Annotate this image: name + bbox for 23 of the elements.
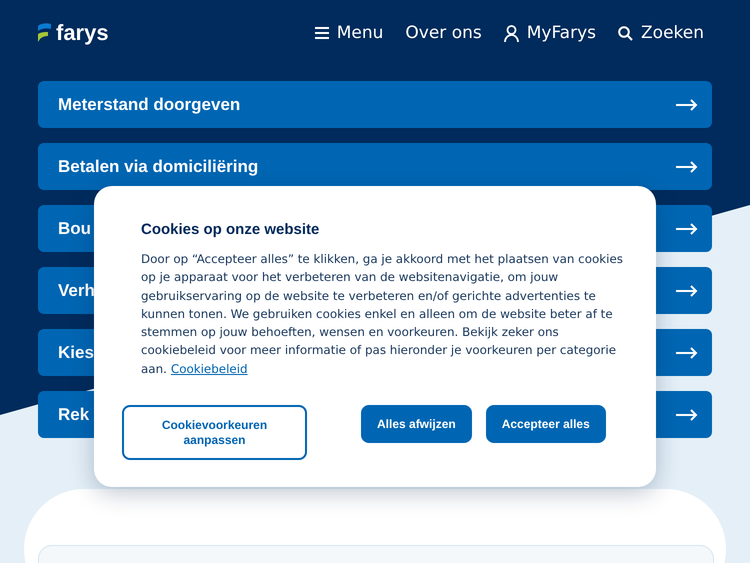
nav-link[interactable]: MyFarys xyxy=(504,23,596,43)
arrow-icon xyxy=(676,98,698,110)
dialog-button[interactable]: Alles afwijzen xyxy=(361,405,472,444)
user-icon xyxy=(504,24,519,42)
dialog-button[interactable]: Accepteer alles xyxy=(486,405,606,444)
arrow-icon xyxy=(676,408,698,420)
policy-link[interactable]: Cookiebeleid xyxy=(170,362,248,376)
preferences-button[interactable]: Cookievoorkeuren aanpassen xyxy=(122,405,307,460)
search-icon xyxy=(618,26,634,40)
link-button[interactable]: Meterstand doorgeven xyxy=(38,81,712,128)
nav-link[interactable]: Zoeken xyxy=(618,23,704,43)
arrow-icon xyxy=(676,284,698,296)
nav-link[interactable]: Menu xyxy=(314,23,384,43)
arrow-icon xyxy=(676,222,698,234)
link-button[interactable]: Betalen via domiciliëring xyxy=(38,143,712,190)
dialog-title: Cookies op onze website xyxy=(141,221,320,238)
logo-icon xyxy=(37,23,51,43)
arrow-icon xyxy=(676,346,698,358)
nav-link[interactable]: Over ons xyxy=(405,23,482,43)
menu-icon xyxy=(314,27,329,39)
dialog-text: Door op “Accepteer alles” te klikken, ga je akkoord met het plaatsen van cookies op je apparaat voor het verbeteren van de websitenavigatie, om jouw gebruikservaring op de website te verbeteren en/of gerichte advertenties te kunnen tonen. We gebruiken cookies enkel en alleen om de website beter af te stemmen op jouw behoeften, wensen en voorkeuren. Bekijk zeker ons cookiebeleid voor meer informatie of pas hieronder je voorkeuren per categorie aan. Cookiebeleid xyxy=(141,251,624,378)
logo-text[interactable]: farys xyxy=(56,20,109,46)
arrow-icon xyxy=(676,160,698,172)
